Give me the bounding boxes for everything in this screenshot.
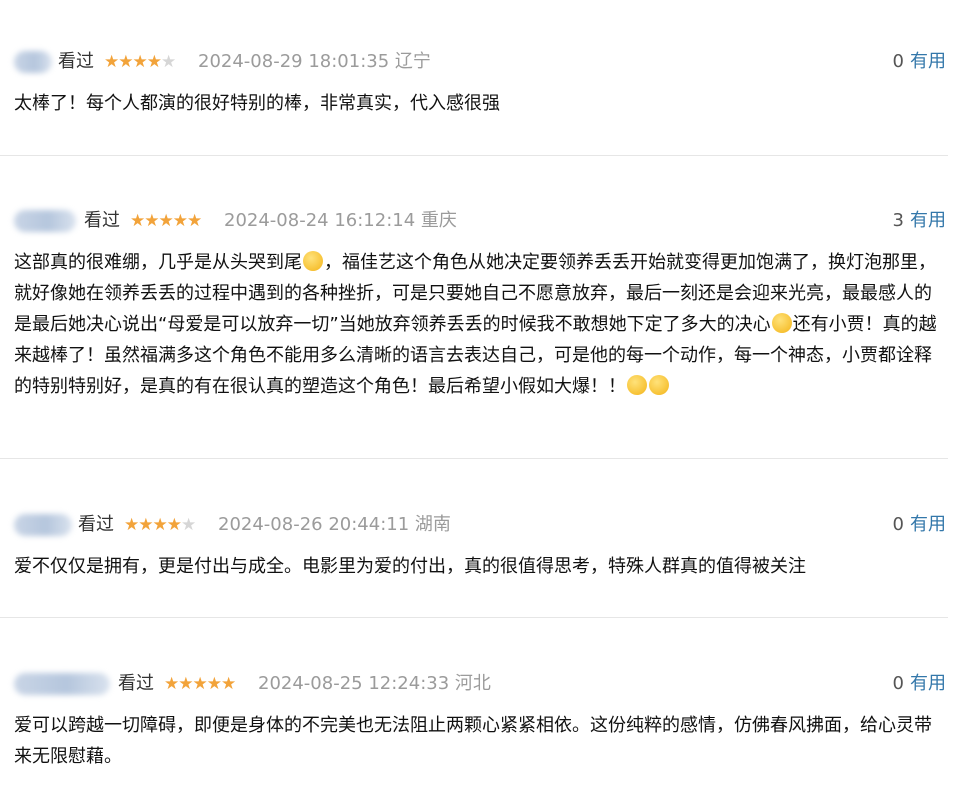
useful-vote: 0 有用: [893, 671, 946, 697]
review-location: 重庆: [420, 210, 457, 231]
review-content: 这部真的很难绷，几乎是从头哭到尾 ，福佳艺这个角色从她决定要领养丢丢开始就变得更加…: [14, 251, 937, 397]
crying-face-icon: [303, 251, 323, 271]
rating-stars: ★★★★★: [130, 211, 202, 231]
useful-count: 0: [892, 51, 904, 72]
useful-button[interactable]: 有用: [910, 673, 946, 694]
divider: [0, 617, 948, 618]
avatar[interactable]: [14, 514, 72, 536]
useful-button[interactable]: 有用: [910, 210, 946, 231]
review-meta: 看过 ★★★★★ 2024-08-26 20:44:11 湖南 0 有用: [0, 508, 960, 542]
useful-count: 0: [892, 673, 904, 694]
watched-label: 看过: [58, 51, 94, 72]
review-meta: 看过 ★★★★★ 2024-08-29 18:01:35 辽宁 0 有用: [0, 45, 960, 79]
watched-label: 看过: [84, 210, 120, 231]
avatar[interactable]: [14, 210, 76, 232]
review-meta: 看过 ★★★★★ 2024-08-25 12:24:33 河北 0 有用: [0, 667, 960, 701]
divider: [0, 458, 948, 459]
watched-label: 看过: [118, 673, 154, 694]
useful-count: 3: [892, 210, 904, 231]
review-time: 2024-08-25 12:24:33 河北: [258, 673, 491, 694]
avatar[interactable]: [14, 51, 52, 73]
review-content: 爱可以跨越一切障碍，即便是身体的不完美也无法阻止两颗心紧紧相依。这份纯粹的感情，…: [14, 715, 932, 767]
useful-button[interactable]: 有用: [910, 51, 946, 72]
avatar[interactable]: [14, 673, 110, 695]
review-location: 湖南: [414, 514, 451, 535]
useful-vote: 0 有用: [893, 512, 946, 538]
useful-count: 0: [892, 514, 904, 535]
review-time: 2024-08-29 18:01:35 辽宁: [198, 51, 431, 72]
rating-stars: ★★★★★: [124, 515, 196, 535]
kissing-face-icon: [649, 375, 669, 395]
review-content: 太棒了！每个人都演的很好特别的棒，非常真实，代入感很强: [14, 93, 500, 114]
review-location: 河北: [454, 673, 491, 694]
review-location: 辽宁: [394, 51, 431, 72]
review-meta: 看过 ★★★★★ 2024-08-24 16:12:14 重庆 3 有用: [0, 204, 960, 238]
rating-stars: ★★★★★: [164, 674, 236, 694]
watched-label: 看过: [78, 514, 114, 535]
review-time: 2024-08-24 16:12:14 重庆: [224, 210, 457, 231]
useful-button[interactable]: 有用: [910, 514, 946, 535]
rating-stars: ★★★★★: [104, 52, 176, 72]
crying-face-icon: [771, 313, 792, 333]
partying-face-icon: [627, 375, 647, 395]
review-content: 爱不仅仅是拥有，更是付出与成全。电影里为爱的付出，真的很值得思考，特殊人群真的值…: [14, 556, 806, 577]
review-time: 2024-08-26 20:44:11 湖南: [218, 514, 451, 535]
useful-vote: 0 有用: [893, 49, 946, 75]
useful-vote: 3 有用: [893, 208, 946, 234]
divider: [0, 155, 948, 156]
